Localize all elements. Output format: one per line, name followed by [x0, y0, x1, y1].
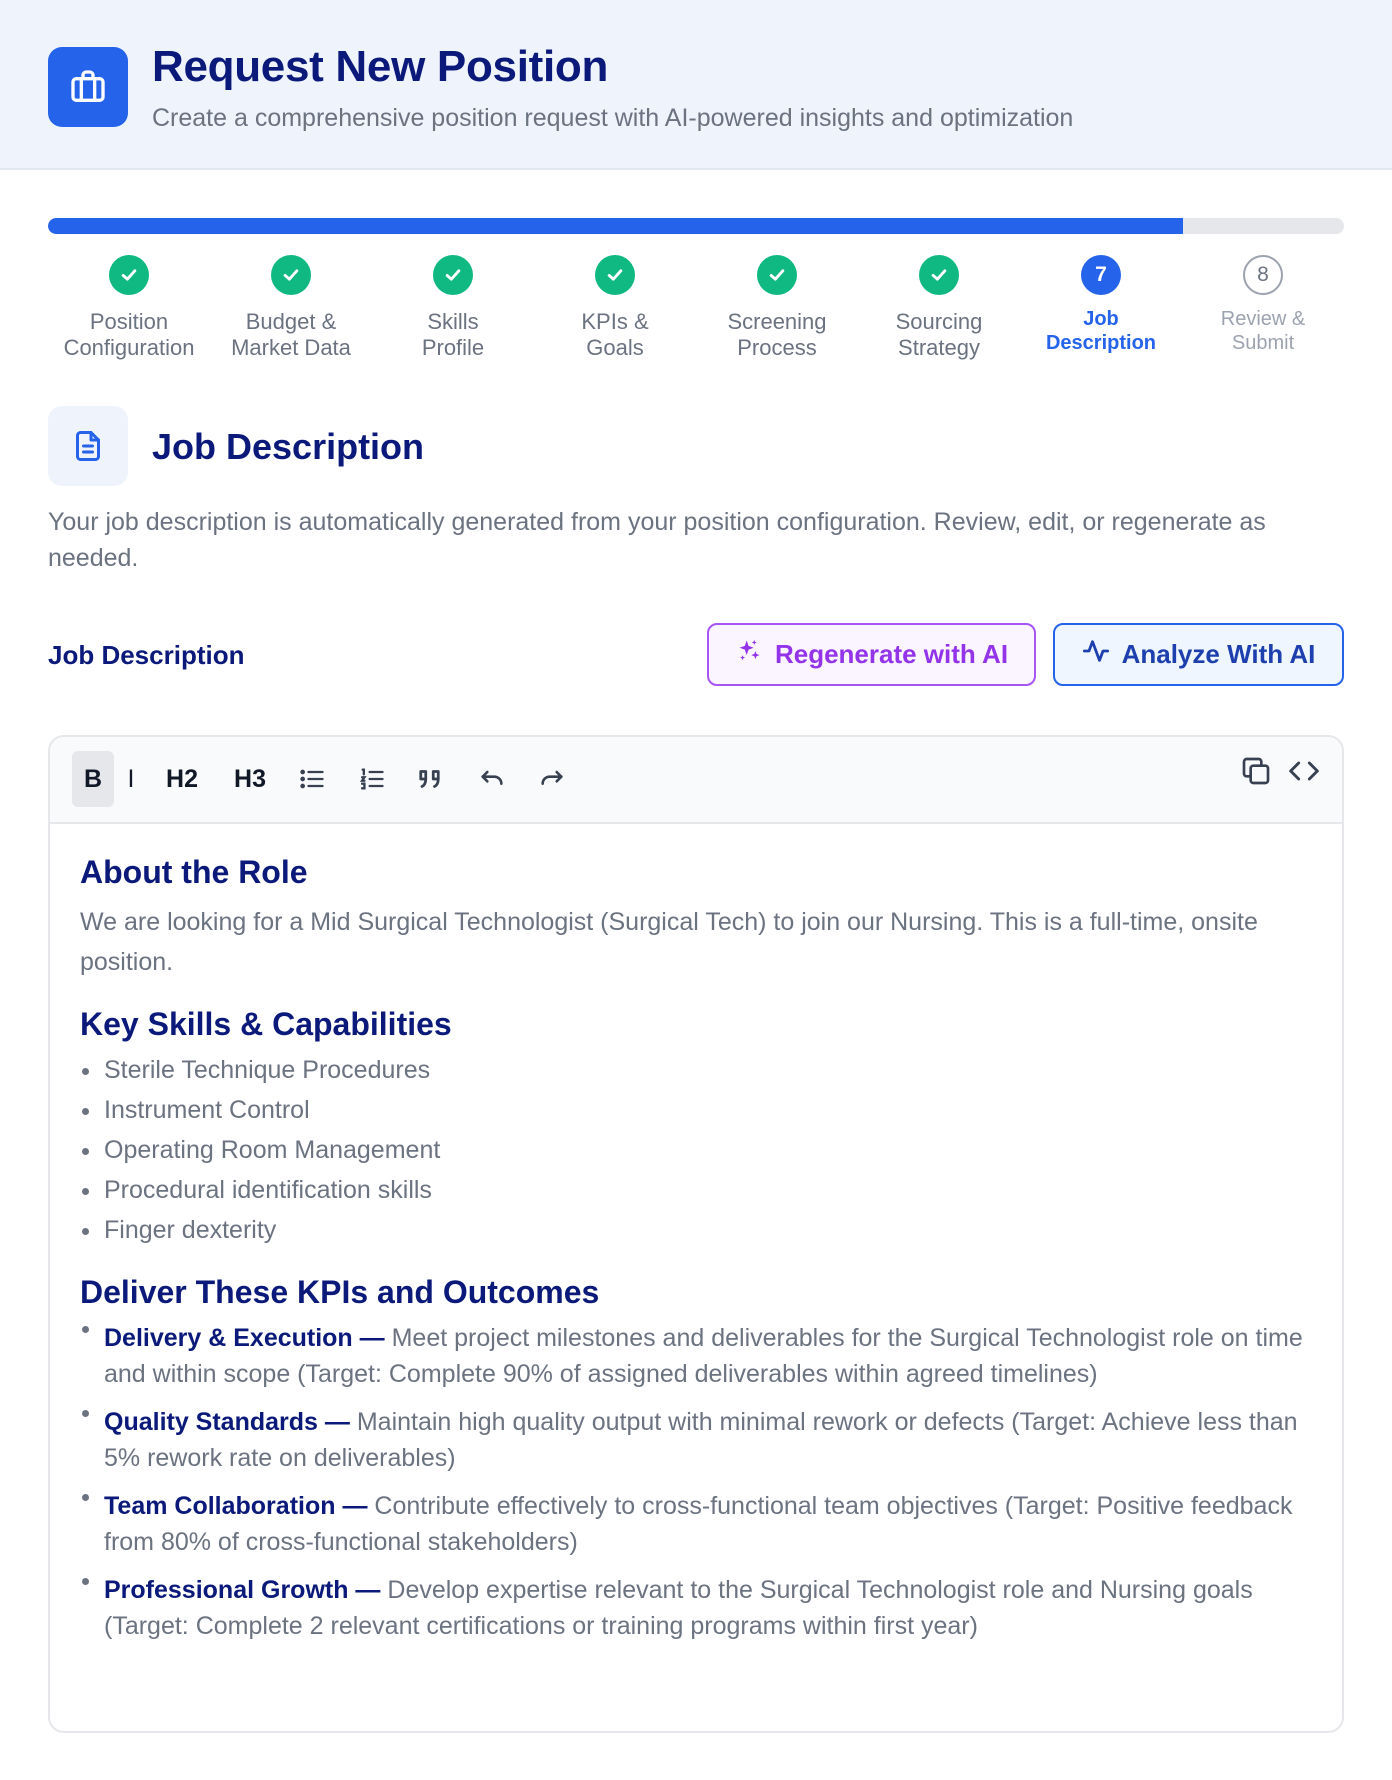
- italic-button[interactable]: I: [116, 751, 146, 807]
- bullet-list-icon[interactable]: [290, 751, 334, 807]
- rich-text-editor[interactable]: B I H2 H3 About the Role We are looking …: [48, 735, 1344, 1733]
- kpi-name: Quality Standards —: [104, 1408, 350, 1436]
- check-icon: [433, 255, 473, 295]
- briefcase-icon: [48, 47, 128, 127]
- editor-toolbar: B I H2 H3: [50, 737, 1342, 824]
- kpi-name: Professional Growth —: [104, 1576, 381, 1604]
- sparkles-icon: [735, 637, 763, 672]
- page-title: Request New Position: [152, 42, 609, 91]
- check-icon: [919, 255, 959, 295]
- step-kpis-goals[interactable]: KPIs & Goals: [535, 255, 695, 361]
- quote-icon[interactable]: [410, 751, 454, 807]
- step-sourcing-strategy[interactable]: Sourcing Strategy: [859, 255, 1019, 361]
- check-icon: [271, 255, 311, 295]
- heading-3-button[interactable]: H3: [226, 751, 274, 807]
- kpi-name: Team Collaboration —: [104, 1492, 368, 1520]
- document-icon: [48, 406, 128, 486]
- step-skills-profile[interactable]: Skills Profile: [373, 255, 533, 361]
- list-item: Team Collaboration — Contribute effectiv…: [80, 1488, 1320, 1560]
- check-icon: [595, 255, 635, 295]
- activity-icon: [1082, 637, 1110, 672]
- step-job-description[interactable]: 7 Job Description: [1021, 255, 1181, 355]
- field-label: Job Description: [48, 640, 245, 670]
- about-heading: About the Role: [80, 854, 308, 890]
- progress-bar-fill: [48, 218, 1184, 234]
- kpis-heading: Deliver These KPIs and Outcomes: [80, 1274, 600, 1310]
- step-label: Skills Profile: [421, 309, 485, 360]
- bold-button[interactable]: B: [72, 751, 114, 807]
- list-item: Finger dexterity: [80, 1210, 1320, 1250]
- step-number: 7: [1081, 255, 1121, 295]
- section-title: Job Description: [152, 426, 425, 467]
- ordered-list-icon[interactable]: [350, 751, 394, 807]
- step-label: Position Configuration: [63, 309, 195, 360]
- step-budget-market-data[interactable]: Budget & Market Data: [211, 255, 371, 361]
- regenerate-label: Regenerate with AI: [774, 639, 1009, 669]
- about-text: We are looking for a Mid Surgical Techno…: [80, 908, 1258, 976]
- list-item: Quality Standards — Maintain high qualit…: [80, 1404, 1320, 1476]
- page-subtitle: Create a comprehensive position request …: [152, 104, 1074, 132]
- kpi-name: Delivery & Execution —: [104, 1324, 385, 1352]
- check-icon: [757, 255, 797, 295]
- kpis-list: Delivery & Execution — Meet project mile…: [80, 1320, 1320, 1644]
- step-review-submit[interactable]: 8 Review & Submit: [1183, 255, 1343, 355]
- step-label: Budget & Market Data: [231, 309, 351, 360]
- code-view-icon[interactable]: [1284, 751, 1324, 791]
- list-item: Procedural identification skills: [80, 1170, 1320, 1210]
- undo-icon[interactable]: [470, 751, 514, 807]
- step-number: 8: [1243, 255, 1283, 295]
- redo-icon[interactable]: [530, 751, 574, 807]
- skills-list: Sterile Technique Procedures Instrument …: [80, 1050, 1320, 1250]
- check-icon: [109, 255, 149, 295]
- section-description: Your job description is automatically ge…: [48, 508, 1266, 572]
- step-position-configuration[interactable]: Position Configuration: [49, 255, 209, 361]
- step-screening-process[interactable]: Screening Process: [697, 255, 857, 361]
- step-label: KPIs & Goals: [581, 309, 649, 360]
- copy-icon[interactable]: [1236, 751, 1276, 791]
- step-label: Review & Submit: [1220, 308, 1306, 354]
- list-item: Sterile Technique Procedures: [80, 1050, 1320, 1090]
- progress-bar: [48, 218, 1344, 234]
- step-label: Sourcing Strategy: [895, 309, 983, 360]
- editor-content[interactable]: About the Role We are looking for a Mid …: [80, 852, 1320, 1656]
- skills-heading: Key Skills & Capabilities: [80, 1006, 452, 1042]
- list-item: Delivery & Execution — Meet project mile…: [80, 1320, 1320, 1392]
- step-label: Job Description: [1045, 308, 1157, 354]
- page-header: Request New Position Create a comprehens…: [0, 0, 1392, 170]
- list-item: Professional Growth — Develop expertise …: [80, 1572, 1320, 1644]
- list-item: Operating Room Management: [80, 1130, 1320, 1170]
- heading-2-button[interactable]: H2: [158, 751, 206, 807]
- analyze-with-ai-button[interactable]: Analyze With AI: [1053, 623, 1344, 686]
- list-item: Instrument Control: [80, 1090, 1320, 1130]
- analyze-label: Analyze With AI: [1121, 639, 1316, 669]
- step-label: Screening Process: [727, 309, 827, 360]
- regenerate-with-ai-button[interactable]: Regenerate with AI: [707, 623, 1036, 686]
